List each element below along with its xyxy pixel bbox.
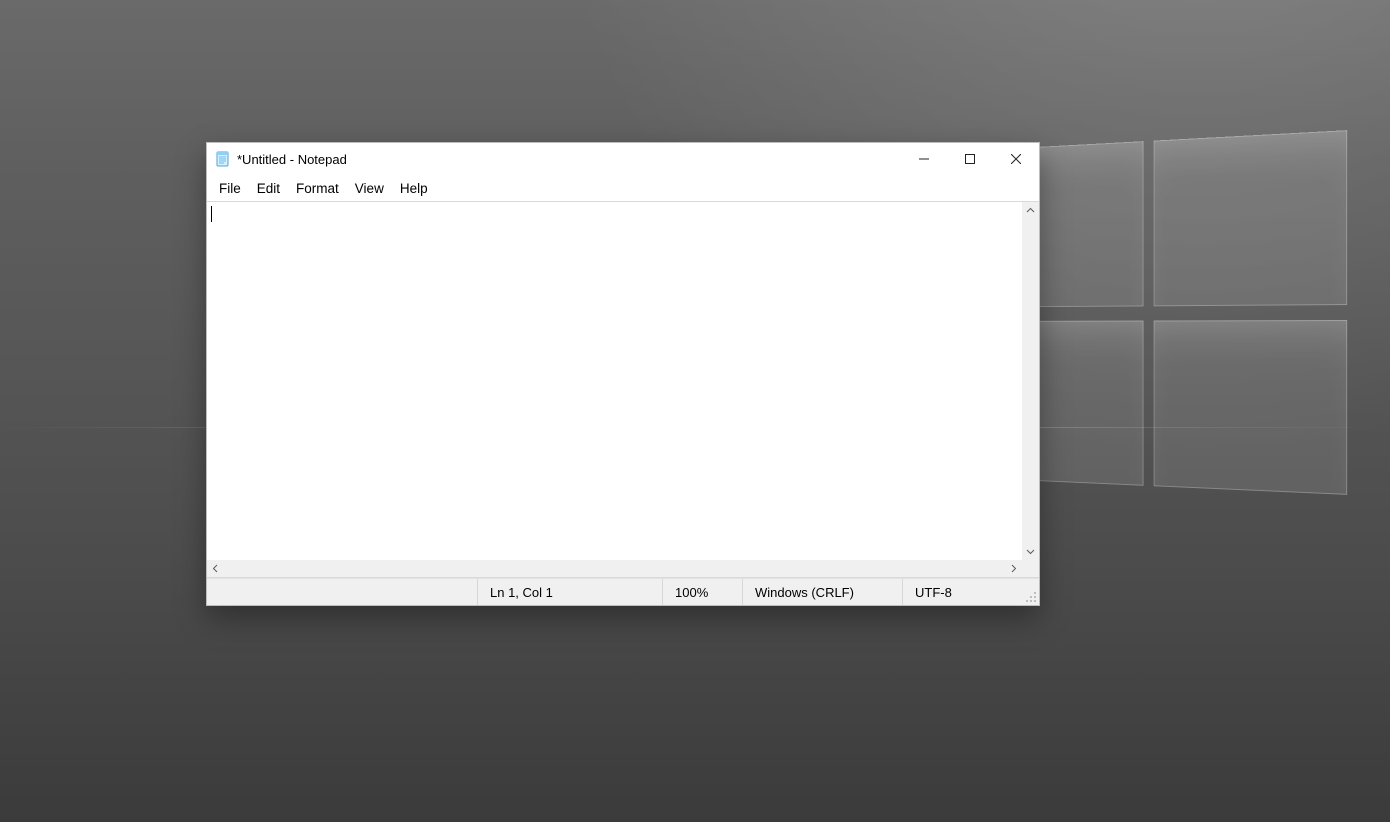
- close-button[interactable]: [993, 143, 1039, 175]
- status-encoding: UTF-8: [902, 579, 1022, 605]
- status-position: Ln 1, Col 1: [477, 579, 662, 605]
- text-editor[interactable]: [207, 202, 1022, 560]
- desktop-background: *Untitled - Notepad File Edit Format Vie…: [0, 0, 1390, 822]
- resize-grip[interactable]: [1022, 579, 1039, 605]
- horizontal-scrollbar[interactable]: [207, 560, 1022, 577]
- scrollbar-corner: [1022, 560, 1039, 577]
- text-caret: [211, 206, 212, 222]
- scroll-down-button[interactable]: [1022, 543, 1039, 560]
- status-eol: Windows (CRLF): [742, 579, 902, 605]
- menu-view[interactable]: View: [347, 178, 392, 199]
- menu-file[interactable]: File: [211, 178, 249, 199]
- menu-help[interactable]: Help: [392, 178, 436, 199]
- notepad-window[interactable]: *Untitled - Notepad File Edit Format Vie…: [206, 142, 1040, 606]
- menu-edit[interactable]: Edit: [249, 178, 288, 199]
- maximize-button[interactable]: [947, 143, 993, 175]
- scroll-right-button[interactable]: [1005, 560, 1022, 577]
- minimize-button[interactable]: [901, 143, 947, 175]
- scroll-up-button[interactable]: [1022, 202, 1039, 219]
- title-bar[interactable]: *Untitled - Notepad: [207, 143, 1039, 175]
- scroll-left-button[interactable]: [207, 560, 224, 577]
- vertical-scrollbar[interactable]: [1022, 202, 1039, 560]
- notepad-app-icon: [215, 151, 231, 167]
- menu-bar: File Edit Format View Help: [207, 175, 1039, 202]
- windows-logo-tile: [1154, 130, 1347, 306]
- caption-buttons: [901, 143, 1039, 175]
- windows-logo-tile: [1154, 320, 1347, 495]
- statusbar-spacer: [207, 579, 477, 605]
- status-zoom: 100%: [662, 579, 742, 605]
- client-area: [207, 202, 1039, 578]
- menu-format[interactable]: Format: [288, 178, 347, 199]
- status-bar: Ln 1, Col 1 100% Windows (CRLF) UTF-8: [207, 578, 1039, 605]
- window-title: *Untitled - Notepad: [237, 152, 347, 167]
